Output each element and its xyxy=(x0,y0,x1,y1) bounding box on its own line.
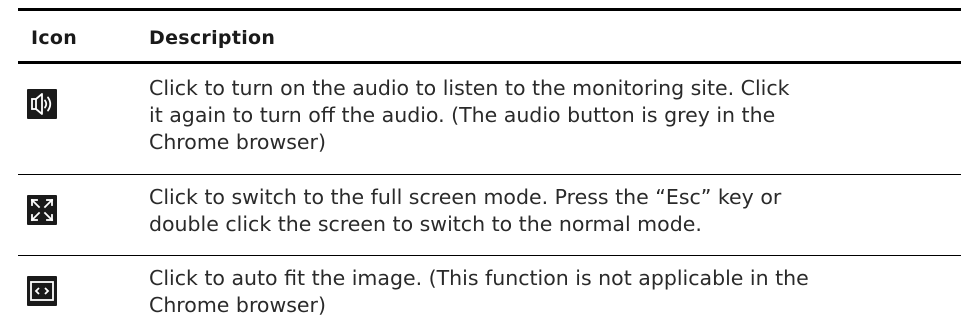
header-description: Description xyxy=(149,27,276,49)
row-divider xyxy=(18,255,961,256)
auto-fit-icon[interactable] xyxy=(27,276,57,306)
table-row: Click to switch to the full screen mode.… xyxy=(18,182,961,242)
row-divider xyxy=(18,174,961,175)
row-description: Click to switch to the full screen mode.… xyxy=(149,185,782,236)
table-top-rule xyxy=(18,8,961,11)
row-description: Click to auto fit the image. (This funct… xyxy=(149,266,809,317)
table-row: Click to turn on the audio to listen to … xyxy=(18,73,961,163)
icon-description-table: Icon Description Click to turn on the au… xyxy=(0,0,961,333)
table-row: Click to auto fit the image. (This funct… xyxy=(18,263,961,325)
header-icon: Icon xyxy=(31,27,78,49)
header-bottom-rule xyxy=(18,61,961,64)
fullscreen-expand-icon[interactable] xyxy=(27,195,57,225)
speaker-audio-icon[interactable] xyxy=(27,89,57,119)
row-description: Click to turn on the audio to listen to … xyxy=(149,76,790,154)
